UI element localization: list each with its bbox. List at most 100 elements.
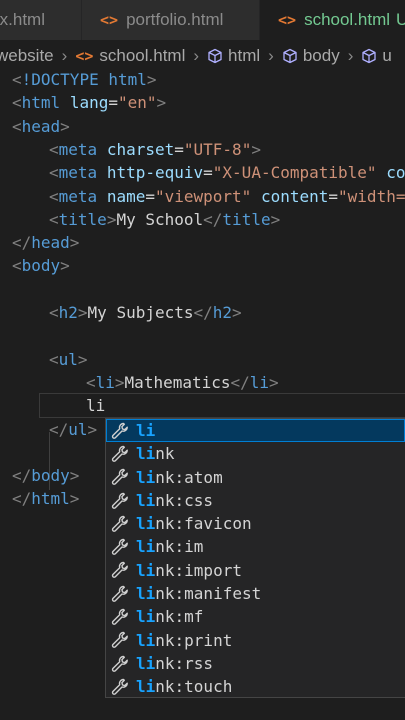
suggestion-label: link:import — [136, 560, 242, 580]
wrench-icon — [110, 584, 130, 604]
breadcrumb-body-label: body — [302, 46, 340, 65]
suggestion-item[interactable]: link:mf — [106, 605, 405, 628]
breadcrumb-html-label: html — [228, 46, 261, 65]
suggestion-label: link:im — [136, 537, 204, 557]
symbol-cube-icon — [362, 48, 377, 64]
wrench-icon — [110, 491, 130, 511]
tag-name: ul — [58, 349, 78, 369]
tag-name: h2 — [58, 303, 78, 322]
suggestion-item[interactable]: li — [106, 419, 405, 443]
code-line: </head> — [12, 233, 80, 253]
breadcrumb-ul-label: u — [382, 46, 392, 65]
symbol-cube-icon — [283, 48, 297, 64]
attr-name: lang — [69, 93, 109, 113]
doctype-text: !DOCTYPE html — [21, 70, 147, 89]
code-line: <html lang="en"> — [12, 93, 167, 113]
breadcrumb-ul[interactable]: u — [361, 46, 392, 66]
chevron-right-icon: › — [347, 46, 354, 65]
code-line: <ul> — [49, 349, 88, 369]
suggestion-item[interactable]: link:atom — [106, 466, 405, 489]
suggestion-label: link:mf — [136, 607, 204, 627]
tag-name: head — [31, 233, 70, 253]
wrench-icon — [110, 467, 130, 487]
suggestion-item[interactable]: link:manifest — [106, 582, 405, 605]
suggestion-label: li — [136, 421, 156, 440]
wrench-icon — [110, 607, 130, 627]
html-file-icon: <> — [100, 11, 119, 29]
title-text: My School — [116, 209, 204, 229]
attr-value: "UTF-8" — [183, 139, 252, 159]
suggestion-label: link — [136, 444, 175, 464]
chevron-right-icon: › — [61, 46, 68, 65]
symbol-cube-icon — [208, 48, 222, 64]
tag-name: body — [21, 256, 61, 276]
list-item-text: Mathematics — [124, 372, 231, 392]
tab-x-html[interactable]: x.html — [0, 0, 82, 40]
html-file-icon: <> — [278, 11, 297, 29]
suggestion-label: link:print — [136, 630, 233, 650]
breadcrumb-html[interactable]: html — [207, 46, 260, 66]
attr-value: "viewport" — [154, 186, 252, 206]
code-line: <meta charset="UTF-8"> — [49, 139, 261, 159]
breadcrumb-file-label: school.html — [99, 46, 186, 65]
breadcrumb-body[interactable]: body — [282, 46, 340, 66]
suggestion-label: link:favicon — [136, 514, 252, 534]
wrench-icon — [110, 444, 130, 464]
suggestion-label: link:rss — [136, 653, 214, 673]
tab-school-html[interactable]: <> school.html U — [260, 0, 405, 40]
attr-value: "en" — [117, 93, 157, 113]
tab-bar: x.html <> portfolio.html <> school.html … — [0, 0, 405, 40]
suggestion-item[interactable]: link:im — [106, 535, 405, 558]
breadcrumb-folder[interactable]: website — [0, 46, 54, 66]
code-line: <!DOCTYPE html> — [12, 70, 157, 89]
code-line: <li>Mathematics</li> — [86, 372, 279, 392]
wrench-icon — [110, 630, 130, 650]
untracked-badge: U — [396, 10, 405, 29]
suggestion-item[interactable]: link:touch — [106, 675, 405, 697]
tag-name: title — [222, 209, 271, 229]
suggestion-item[interactable]: link — [106, 442, 405, 465]
tab-portfolio-html[interactable]: <> portfolio.html — [82, 0, 260, 40]
suggestion-item[interactable]: link:css — [106, 489, 405, 512]
suggestion-label: link:atom — [136, 467, 223, 487]
code-line: <head> — [12, 116, 70, 136]
attr-name: name — [106, 186, 146, 206]
code-line: <meta name="viewport" content="width=de — [0, 185, 405, 208]
wrench-icon — [110, 677, 130, 697]
attr-name: http-equiv — [106, 163, 204, 183]
tag-name: ul — [68, 419, 88, 439]
attr-name: cont — [386, 163, 405, 183]
attr-value: "X-UA-Compatible" — [212, 163, 377, 183]
suggestion-item[interactable]: link:rss — [106, 652, 405, 675]
suggestion-item[interactable]: link:import — [106, 559, 405, 582]
tag-name: li — [95, 372, 115, 392]
tab-label: x.html — [0, 10, 45, 29]
tag-name: h2 — [212, 303, 233, 322]
breadcrumb-file[interactable]: <> school.html — [75, 46, 185, 66]
html-file-icon: <> — [75, 47, 94, 65]
attr-name: content — [260, 186, 329, 206]
wrench-icon — [110, 560, 130, 580]
wrench-icon — [110, 537, 130, 557]
tag-name: html — [21, 93, 61, 113]
breadcrumb-folder-label: website — [0, 46, 54, 65]
tab-label: portfolio.html — [126, 10, 224, 29]
typed-text: li — [86, 396, 106, 416]
active-code-line[interactable]: li — [39, 393, 405, 419]
chevron-right-icon: › — [268, 46, 274, 65]
suggestion-label: link:manifest — [136, 584, 262, 604]
tag-name: li — [249, 372, 270, 392]
tag-name: title — [58, 209, 107, 229]
tag-name: body — [31, 466, 70, 486]
wrench-icon — [110, 421, 130, 441]
suggestion-item[interactable]: link:print — [106, 629, 405, 652]
tag-name: head — [21, 116, 61, 136]
autocomplete-popup[interactable]: li link link:atom link:css link:favicon link:… — [105, 418, 405, 698]
suggestion-item[interactable]: link:favicon — [106, 512, 405, 535]
tab-label: school.html — [304, 10, 391, 29]
code-line: <h2>My Subjects</h2> — [49, 303, 242, 322]
tag-name: meta — [58, 139, 98, 159]
wrench-icon — [110, 514, 130, 534]
suggestion-label: link:touch — [136, 677, 233, 697]
code-line: <body> — [12, 256, 70, 276]
